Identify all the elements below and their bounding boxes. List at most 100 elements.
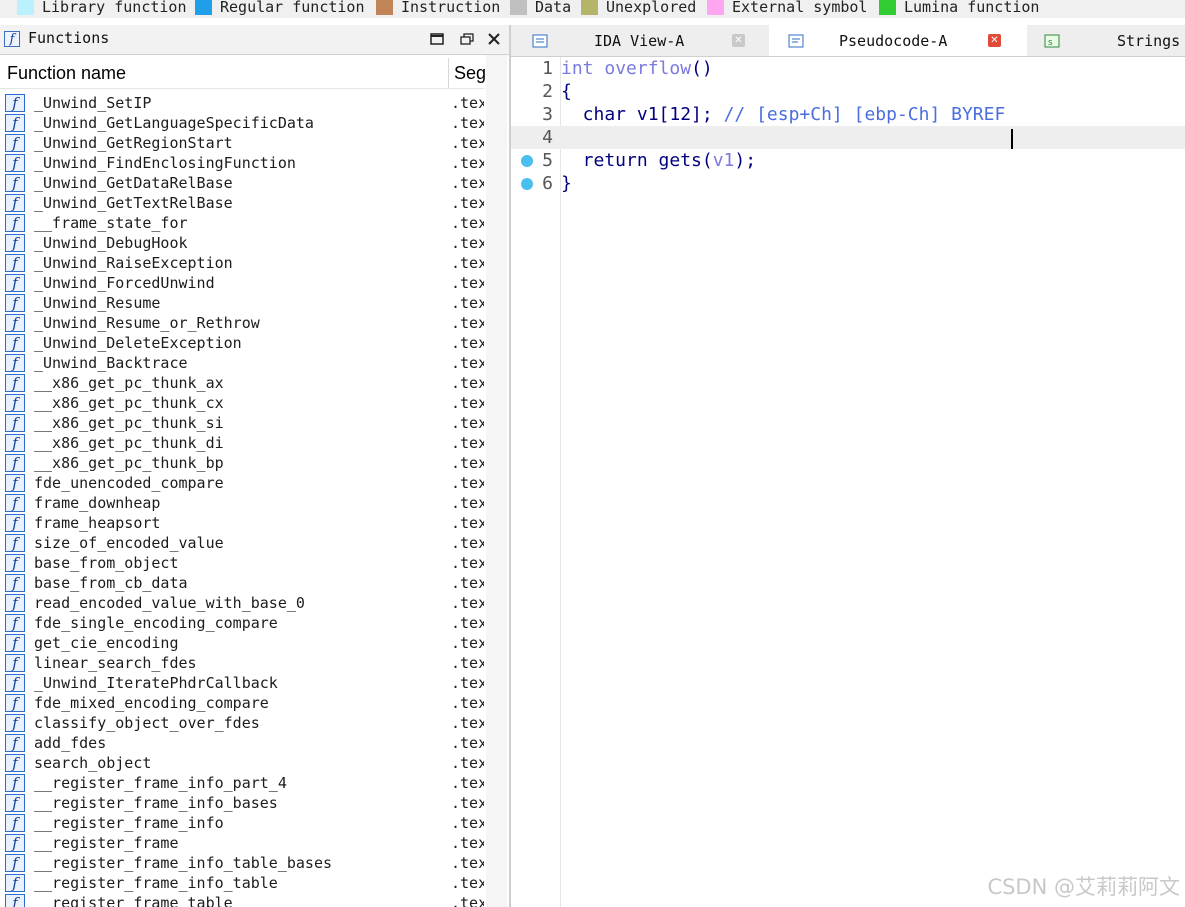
- function-name: _Unwind_Backtrace: [34, 354, 188, 372]
- function-row[interactable]: f get_cie_encoding .tex: [0, 633, 484, 653]
- code-line[interactable]: 3 char v1[12]; // [esp+Ch] [ebp-Ch] BYRE…: [511, 103, 1185, 126]
- function-row[interactable]: f linear_search_fdes .tex: [0, 653, 484, 673]
- function-name: frame_heapsort: [34, 514, 161, 532]
- function-name: _Unwind_IteratePhdrCallback: [34, 674, 278, 692]
- function-icon: f: [5, 394, 25, 412]
- legend-swatch: [581, 0, 598, 15]
- function-name: get_cie_encoding: [34, 634, 179, 652]
- function-row[interactable]: f _Unwind_DebugHook .tex: [0, 233, 484, 253]
- function-segment: .tex: [451, 574, 484, 592]
- restore-icon[interactable]: [457, 29, 477, 49]
- function-row[interactable]: f _Unwind_Backtrace .tex: [0, 353, 484, 373]
- function-segment: .tex: [451, 374, 484, 392]
- function-row[interactable]: f _Unwind_GetRegionStart .tex: [0, 133, 484, 153]
- maximize-icon[interactable]: [427, 29, 447, 49]
- tab-close-icon[interactable]: ✕: [988, 34, 1001, 47]
- function-row[interactable]: f size_of_encoded_value .tex: [0, 533, 484, 553]
- function-row[interactable]: f _Unwind_GetTextRelBase .tex: [0, 193, 484, 213]
- function-segment: .tex: [451, 894, 484, 907]
- pseudocode-view[interactable]: 1 int overflow() 2{3 char v1[12]; // [esp+…: [511, 57, 1185, 907]
- function-name: fde_mixed_encoding_compare: [34, 694, 269, 712]
- function-row[interactable]: f fde_mixed_encoding_compare .tex: [0, 693, 484, 713]
- function-row[interactable]: f _Unwind_GetDataRelBase .tex: [0, 173, 484, 193]
- function-row[interactable]: f read_encoded_value_with_base_0 .tex: [0, 593, 484, 613]
- function-row[interactable]: f frame_downheap .tex: [0, 493, 484, 513]
- function-row[interactable]: f __x86_get_pc_thunk_si .tex: [0, 413, 484, 433]
- vertical-scrollbar[interactable]: [486, 55, 507, 907]
- tab-pseudocode[interactable]: Pseudocode-A ✕: [769, 25, 1027, 56]
- function-icon: f: [5, 174, 25, 192]
- function-row[interactable]: f base_from_cb_data .tex: [0, 573, 484, 593]
- function-row[interactable]: f fde_unencoded_compare .tex: [0, 473, 484, 493]
- code-token: overflow: [604, 58, 692, 79]
- function-row[interactable]: f __x86_get_pc_thunk_bp .tex: [0, 453, 484, 473]
- column-segment[interactable]: Seg: [454, 63, 486, 84]
- function-row[interactable]: f _Unwind_IteratePhdrCallback .tex: [0, 673, 484, 693]
- column-separator[interactable]: [448, 58, 449, 88]
- function-row[interactable]: f __x86_get_pc_thunk_cx .tex: [0, 393, 484, 413]
- function-row[interactable]: f __x86_get_pc_thunk_ax .tex: [0, 373, 484, 393]
- code-token: // [esp+Ch] [ebp-Ch] BYREF: [723, 104, 1006, 125]
- function-row[interactable]: f __frame_state_for .tex: [0, 213, 484, 233]
- code-line[interactable]: 5 return gets(v1);: [511, 149, 1185, 172]
- function-segment: .tex: [451, 654, 484, 672]
- function-icon: f: [5, 754, 25, 772]
- function-row[interactable]: f _Unwind_DeleteException .tex: [0, 333, 484, 353]
- function-name: _Unwind_GetRegionStart: [34, 134, 233, 152]
- function-row[interactable]: f add_fdes .tex: [0, 733, 484, 753]
- function-row[interactable]: f __register_frame_info .tex: [0, 813, 484, 833]
- function-row[interactable]: f frame_heapsort .tex: [0, 513, 484, 533]
- function-row[interactable]: f _Unwind_ForcedUnwind .tex: [0, 273, 484, 293]
- function-segment: .tex: [451, 634, 484, 652]
- function-name: __register_frame_table: [34, 894, 233, 907]
- legend-item: Unexplored: [581, 0, 696, 16]
- tab-close-icon[interactable]: ✕: [732, 34, 745, 47]
- function-row[interactable]: f __register_frame_table .tex: [0, 893, 484, 907]
- function-row[interactable]: f base_from_object .tex: [0, 553, 484, 573]
- tab-strings[interactable]: s Strings: [1027, 25, 1185, 56]
- function-row[interactable]: f search_object .tex: [0, 753, 484, 773]
- function-row[interactable]: f _Unwind_RaiseException .tex: [0, 253, 484, 273]
- function-row[interactable]: f _Unwind_SetIP .tex: [0, 93, 484, 113]
- function-icon: f: [4, 31, 20, 47]
- pseudocode-icon: [788, 33, 804, 48]
- close-icon[interactable]: [484, 29, 504, 49]
- line-number: 3: [542, 104, 553, 125]
- function-icon: f: [5, 294, 25, 312]
- function-row[interactable]: f __x86_get_pc_thunk_di .tex: [0, 433, 484, 453]
- function-row[interactable]: f __register_frame .tex: [0, 833, 484, 853]
- code-line[interactable]: 4: [511, 126, 1185, 149]
- function-row[interactable]: f fde_single_encoding_compare .tex: [0, 613, 484, 633]
- function-name: linear_search_fdes: [34, 654, 197, 672]
- function-name: _Unwind_DebugHook: [34, 234, 188, 252]
- function-row[interactable]: f classify_object_over_fdes .tex: [0, 713, 484, 733]
- function-name: base_from_cb_data: [34, 574, 188, 592]
- function-row[interactable]: f __register_frame_info_part_4 .tex: [0, 773, 484, 793]
- code-line[interactable]: 6}: [511, 172, 1185, 195]
- function-name: fde_single_encoding_compare: [34, 614, 278, 632]
- function-row[interactable]: f __register_frame_info_table .tex: [0, 873, 484, 893]
- function-row[interactable]: f __register_frame_info_bases .tex: [0, 793, 484, 813]
- function-row[interactable]: f _Unwind_FindEnclosingFunction .tex: [0, 153, 484, 173]
- text-caret: [1011, 129, 1013, 149]
- function-icon: f: [5, 794, 25, 812]
- function-name: __x86_get_pc_thunk_cx: [34, 394, 224, 412]
- function-name: __register_frame_info_table_bases: [34, 854, 333, 872]
- function-row[interactable]: f _Unwind_Resume .tex: [0, 293, 484, 313]
- line-number: 4: [542, 127, 553, 148]
- function-segment: .tex: [451, 134, 484, 152]
- code-line[interactable]: 1 int overflow(): [511, 57, 1185, 80]
- function-row[interactable]: f __register_frame_info_table_bases .tex: [0, 853, 484, 873]
- function-icon: f: [5, 474, 25, 492]
- tab-ida-view[interactable]: IDA View-A ✕: [511, 25, 769, 56]
- column-function-name[interactable]: Function name: [7, 63, 126, 84]
- function-row[interactable]: f _Unwind_GetLanguageSpecificData .tex: [0, 113, 484, 133]
- function-segment: .tex: [451, 874, 484, 892]
- function-segment: .tex: [451, 454, 484, 472]
- legend-swatch: [17, 0, 34, 15]
- function-segment: .tex: [451, 434, 484, 452]
- function-segment: .tex: [451, 254, 484, 272]
- function-icon: f: [5, 594, 25, 612]
- code-line[interactable]: 2{: [511, 80, 1185, 103]
- function-row[interactable]: f _Unwind_Resume_or_Rethrow .tex: [0, 313, 484, 333]
